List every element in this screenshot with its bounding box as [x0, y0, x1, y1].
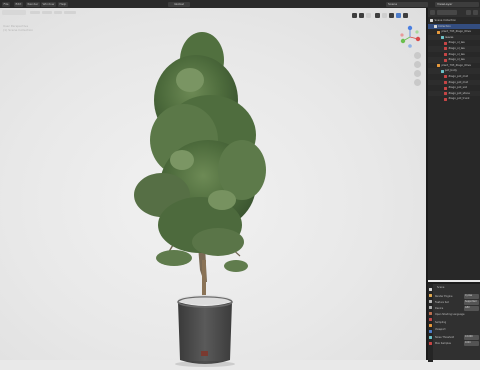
scene-tab-icon[interactable] [429, 312, 432, 315]
potted-olive-tree-model [134, 32, 266, 367]
material-icon [444, 75, 447, 79]
material-icon [444, 86, 447, 90]
property-label: Noise Threshold [435, 336, 455, 339]
mesh-icon [440, 36, 444, 40]
menu-render[interactable]: Render [26, 1, 40, 7]
property-label: Feature Set [435, 301, 449, 304]
outliner-row-label: Ziago_pot_trunk [448, 97, 470, 101]
property-label: Sampling [435, 321, 447, 324]
view-layer-selector[interactable]: ViewLayer [435, 1, 479, 7]
property-label: Open Shading Language [435, 313, 465, 316]
zoom-icon[interactable] [414, 52, 421, 59]
show-overlays-icon[interactable] [359, 13, 364, 18]
material-icon [444, 41, 447, 45]
mesh-icon [440, 69, 444, 73]
view-layer-tab-icon[interactable] [429, 306, 432, 309]
3d-viewport[interactable]: User Perspective (1) Scene Collection [0, 8, 426, 367]
material-icon [444, 58, 447, 62]
property-label: Render Engine [435, 295, 453, 298]
object-icon [437, 64, 440, 68]
property-value-field[interactable]: Supported [464, 300, 479, 305]
select-menu[interactable] [42, 11, 52, 14]
modifier-tab-icon[interactable] [429, 330, 432, 333]
material-icon [444, 47, 447, 51]
material-icon [444, 97, 447, 101]
property-label: Device [435, 307, 444, 310]
object-tab-icon[interactable] [429, 324, 432, 327]
shading-solid-icon[interactable] [382, 13, 387, 18]
property-value-field[interactable]: 1024 [464, 341, 479, 346]
object-mode-dropdown[interactable] [2, 10, 26, 15]
menu-file[interactable]: File [2, 1, 11, 7]
pan-hand-icon[interactable] [414, 61, 421, 68]
outliner-search-input[interactable] [437, 10, 457, 15]
property-value-field[interactable]: 0.1000 [464, 335, 479, 340]
outliner-display-mode-icon[interactable] [430, 10, 435, 15]
menu-window[interactable]: Window [41, 1, 56, 7]
scene-selector[interactable]: Scene [386, 1, 428, 7]
world-tab-icon[interactable] [429, 318, 432, 321]
viewport-info-overlay: User Perspective (1) Scene Collection [3, 24, 33, 32]
tool-tab-icon[interactable] [429, 288, 432, 291]
data-tab-icon[interactable] [429, 336, 432, 339]
navigation-gizmo-icon[interactable] [398, 25, 422, 49]
material-icon [444, 80, 447, 84]
camera-view-icon[interactable] [414, 70, 421, 77]
show-gizmo-icon[interactable] [352, 13, 357, 18]
add-menu[interactable] [54, 11, 62, 14]
shading-rendered-icon[interactable] [396, 13, 401, 18]
property-label: Max Samples [435, 342, 451, 345]
render-tab-icon[interactable] [429, 294, 432, 297]
object-menu[interactable] [64, 11, 76, 14]
shading-options-icon[interactable] [403, 13, 408, 18]
properties-tabs [428, 284, 433, 362]
viewport-header [0, 8, 426, 18]
new-collection-icon[interactable] [473, 10, 478, 15]
material-tab-icon[interactable] [429, 342, 432, 345]
property-value-field[interactable]: Cycles [464, 294, 479, 299]
property-label: Viewport [435, 328, 446, 331]
property-value-field[interactable]: GPU [464, 306, 479, 311]
active-collection-text: (1) Scene Collection [3, 28, 34, 32]
collection-icon [433, 24, 437, 28]
collection-icon [430, 19, 433, 23]
view-menu[interactable] [30, 11, 40, 14]
shading-wireframe-icon[interactable] [375, 13, 380, 18]
xray-toggle-icon[interactable] [366, 13, 371, 18]
object-icon [437, 30, 440, 34]
properties-panel: Scene Render Engine Cycles Feature Set Supp… [428, 282, 480, 362]
output-tab-icon[interactable] [429, 300, 432, 303]
menu-help[interactable]: Help [58, 1, 68, 7]
menu-edit[interactable]: Edit [14, 1, 23, 7]
outliner-panel: Scene Collection Collection plant_793_Ziag… [428, 8, 480, 280]
material-icon [444, 92, 447, 96]
perspective-toggle-icon[interactable] [414, 79, 421, 86]
viewport-transform-orientation[interactable]: Global [168, 1, 190, 7]
outliner-row[interactable]: Ziago_pot_trunk [428, 96, 480, 102]
top-menu-bar: File Edit Render Window Help Global Scen… [0, 0, 480, 8]
outliner-header [428, 8, 480, 17]
filter-icon[interactable] [466, 10, 471, 15]
material-icon [444, 52, 447, 56]
properties-header-label: Scene [437, 286, 445, 289]
shading-material-icon[interactable] [389, 13, 394, 18]
